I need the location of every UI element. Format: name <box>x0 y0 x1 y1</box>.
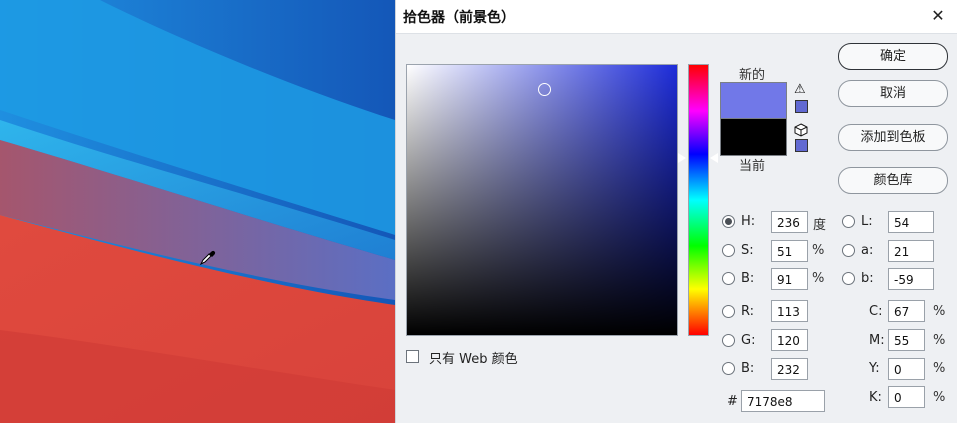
y-field[interactable]: 0 <box>888 358 925 380</box>
s-label: S: <box>741 243 754 258</box>
dialog-title: 拾色器（前景色） <box>403 10 515 26</box>
color-picker-dialog: 拾色器（前景色） ✕ 新的 当前 ⚠ 确定 取消 添加到色板 颜色库 H: 23… <box>395 0 957 423</box>
new-color-label: 新的 <box>739 68 766 83</box>
r-field[interactable]: 113 <box>771 300 808 322</box>
close-icon[interactable]: ✕ <box>926 4 950 28</box>
hue-slider[interactable] <box>688 64 709 336</box>
s-field[interactable]: 51 <box>771 240 808 262</box>
brightness-unit: % <box>812 271 825 286</box>
blue-field[interactable]: 232 <box>771 358 808 380</box>
h-label: H: <box>741 214 756 229</box>
radio-b-lab[interactable] <box>842 272 855 285</box>
s-unit: % <box>812 243 825 258</box>
b-lab-label: b: <box>861 271 874 286</box>
c-label: C: <box>869 304 883 319</box>
out-of-gamut-warning-icon[interactable]: ⚠ <box>794 83 808 97</box>
web-colors-only-checkbox[interactable] <box>406 350 419 363</box>
radio-a[interactable] <box>842 244 855 257</box>
radio-l[interactable] <box>842 215 855 228</box>
web-safe-swatch[interactable] <box>795 139 808 152</box>
k-label: K: <box>869 390 882 405</box>
new-color-swatch <box>720 82 787 119</box>
color-field-black-gradient <box>407 65 677 335</box>
k-unit: % <box>933 390 946 405</box>
k-field[interactable]: 0 <box>888 386 925 408</box>
radio-blue[interactable] <box>722 362 735 375</box>
cancel-button[interactable]: 取消 <box>838 80 948 107</box>
m-label: M: <box>869 333 885 348</box>
hue-slider-right-arrow-icon[interactable] <box>710 153 718 163</box>
hex-label: # <box>727 394 738 409</box>
brightness-field[interactable]: 91 <box>771 268 808 290</box>
a-field[interactable]: 21 <box>888 240 934 262</box>
ok-button[interactable]: 确定 <box>838 43 948 70</box>
color-field-marker[interactable] <box>538 83 551 96</box>
m-unit: % <box>933 333 946 348</box>
y-label: Y: <box>869 361 880 376</box>
current-color-swatch[interactable] <box>720 118 787 156</box>
eyedropper-cursor-icon <box>199 250 216 266</box>
c-field[interactable]: 67 <box>888 300 925 322</box>
add-to-swatches-button[interactable]: 添加到色板 <box>838 124 948 151</box>
radio-brightness[interactable] <box>722 272 735 285</box>
b-lab-field[interactable]: -59 <box>888 268 934 290</box>
color-libraries-button[interactable]: 颜色库 <box>838 167 948 194</box>
g-field[interactable]: 120 <box>771 329 808 351</box>
a-label: a: <box>861 243 874 258</box>
hex-field[interactable]: 7178e8 <box>741 390 825 412</box>
radio-s[interactable] <box>722 244 735 257</box>
gamut-correction-swatch[interactable] <box>795 100 808 113</box>
c-unit: % <box>933 304 946 319</box>
radio-r[interactable] <box>722 305 735 318</box>
h-unit: 度 <box>813 218 827 233</box>
desktop-wallpaper <box>0 0 395 423</box>
blue-label: B: <box>741 361 755 376</box>
h-field[interactable]: 236 <box>771 211 808 233</box>
radio-h[interactable] <box>722 215 735 228</box>
color-field[interactable] <box>406 64 678 336</box>
y-unit: % <box>933 361 946 376</box>
l-label: L: <box>861 214 873 229</box>
m-field[interactable]: 55 <box>888 329 925 351</box>
current-color-label: 当前 <box>739 159 766 174</box>
g-label: G: <box>741 333 756 348</box>
brightness-label: B: <box>741 271 755 286</box>
title-bar: 拾色器（前景色） ✕ <box>396 0 957 34</box>
r-label: R: <box>741 304 755 319</box>
web-safe-cube-icon[interactable] <box>794 123 808 137</box>
radio-g[interactable] <box>722 334 735 347</box>
hue-slider-left-arrow-icon[interactable] <box>678 153 686 163</box>
web-colors-only-label: 只有 Web 颜色 <box>429 352 518 367</box>
l-field[interactable]: 54 <box>888 211 934 233</box>
